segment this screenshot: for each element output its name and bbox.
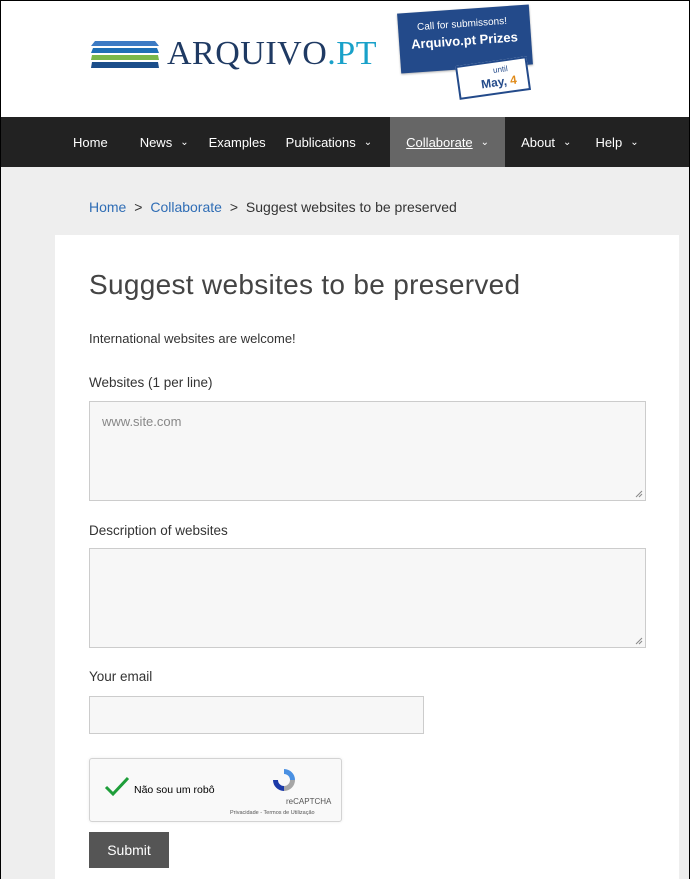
email-label: Your email xyxy=(89,669,153,684)
websites-label: Websites (1 per line) xyxy=(89,375,213,390)
nav-collaborate[interactable]: Collaborate ⌄ xyxy=(390,117,506,167)
content-card: Suggest websites to be preserved Interna… xyxy=(55,235,679,879)
recaptcha-label: Não sou um robô xyxy=(134,784,215,796)
breadcrumb-home-link[interactable]: Home xyxy=(89,199,126,215)
resize-handle-icon[interactable] xyxy=(635,637,643,645)
chevron-down-icon: ⌄ xyxy=(363,136,373,148)
breadcrumb-collaborate-link[interactable]: Collaborate xyxy=(150,199,222,215)
breadcrumb-current: Suggest websites to be preserved xyxy=(245,199,457,215)
chevron-down-icon: ⌄ xyxy=(480,136,490,148)
resize-handle-icon[interactable] xyxy=(635,490,643,498)
recaptcha-logo-icon xyxy=(273,769,295,791)
nav-news[interactable]: News ⌄ xyxy=(124,117,207,167)
page-title: Suggest websites to be preserved xyxy=(89,269,521,300)
checkmark-icon[interactable] xyxy=(104,776,130,798)
recaptcha-brand: reCAPTCHA xyxy=(286,797,332,806)
nav-home[interactable]: Home xyxy=(1,117,124,167)
websites-textarea[interactable]: www.site.com xyxy=(89,401,646,501)
main-nav: Home News ⌄ Examples Publications ⌄ Coll… xyxy=(1,117,689,167)
chevron-down-icon: ⌄ xyxy=(630,136,639,148)
site-header: ARQUIVO.PT Call for submissons! Arquivo.… xyxy=(1,1,689,117)
browser-viewport: ARQUIVO.PT Call for submissons! Arquivo.… xyxy=(0,0,690,879)
chevron-down-icon: ⌄ xyxy=(563,136,572,148)
breadcrumb: Home > Collaborate > Suggest websites to… xyxy=(89,199,457,215)
logo-layers-icon xyxy=(91,41,159,68)
recaptcha-terms-link[interactable]: Privacidade - Termos de Utilização xyxy=(230,810,315,816)
nav-about[interactable]: About ⌄ xyxy=(505,117,589,167)
description-label: Description of websites xyxy=(89,523,228,538)
breadcrumb-separator: > xyxy=(229,199,239,215)
logo-wordmark: ARQUIVO.PT xyxy=(167,35,377,72)
recaptcha-widget: Não sou um robô reCAPTCHA Privacidade - … xyxy=(89,758,342,822)
nav-publications[interactable]: Publications ⌄ xyxy=(284,117,391,167)
nav-help[interactable]: Help ⌄ xyxy=(589,117,646,167)
prizes-promo-banner[interactable]: Call for submissons! Arquivo.pt Prizes u… xyxy=(397,4,533,101)
breadcrumb-separator: > xyxy=(134,199,143,215)
chevron-down-icon: ⌄ xyxy=(180,136,189,148)
description-textarea[interactable] xyxy=(89,548,646,648)
intro-text: International websites are welcome! xyxy=(89,331,296,346)
submit-button[interactable]: Submit xyxy=(89,832,169,868)
email-input[interactable] xyxy=(89,696,424,734)
nav-examples[interactable]: Examples xyxy=(207,117,284,167)
websites-placeholder: www.site.com xyxy=(102,414,182,429)
